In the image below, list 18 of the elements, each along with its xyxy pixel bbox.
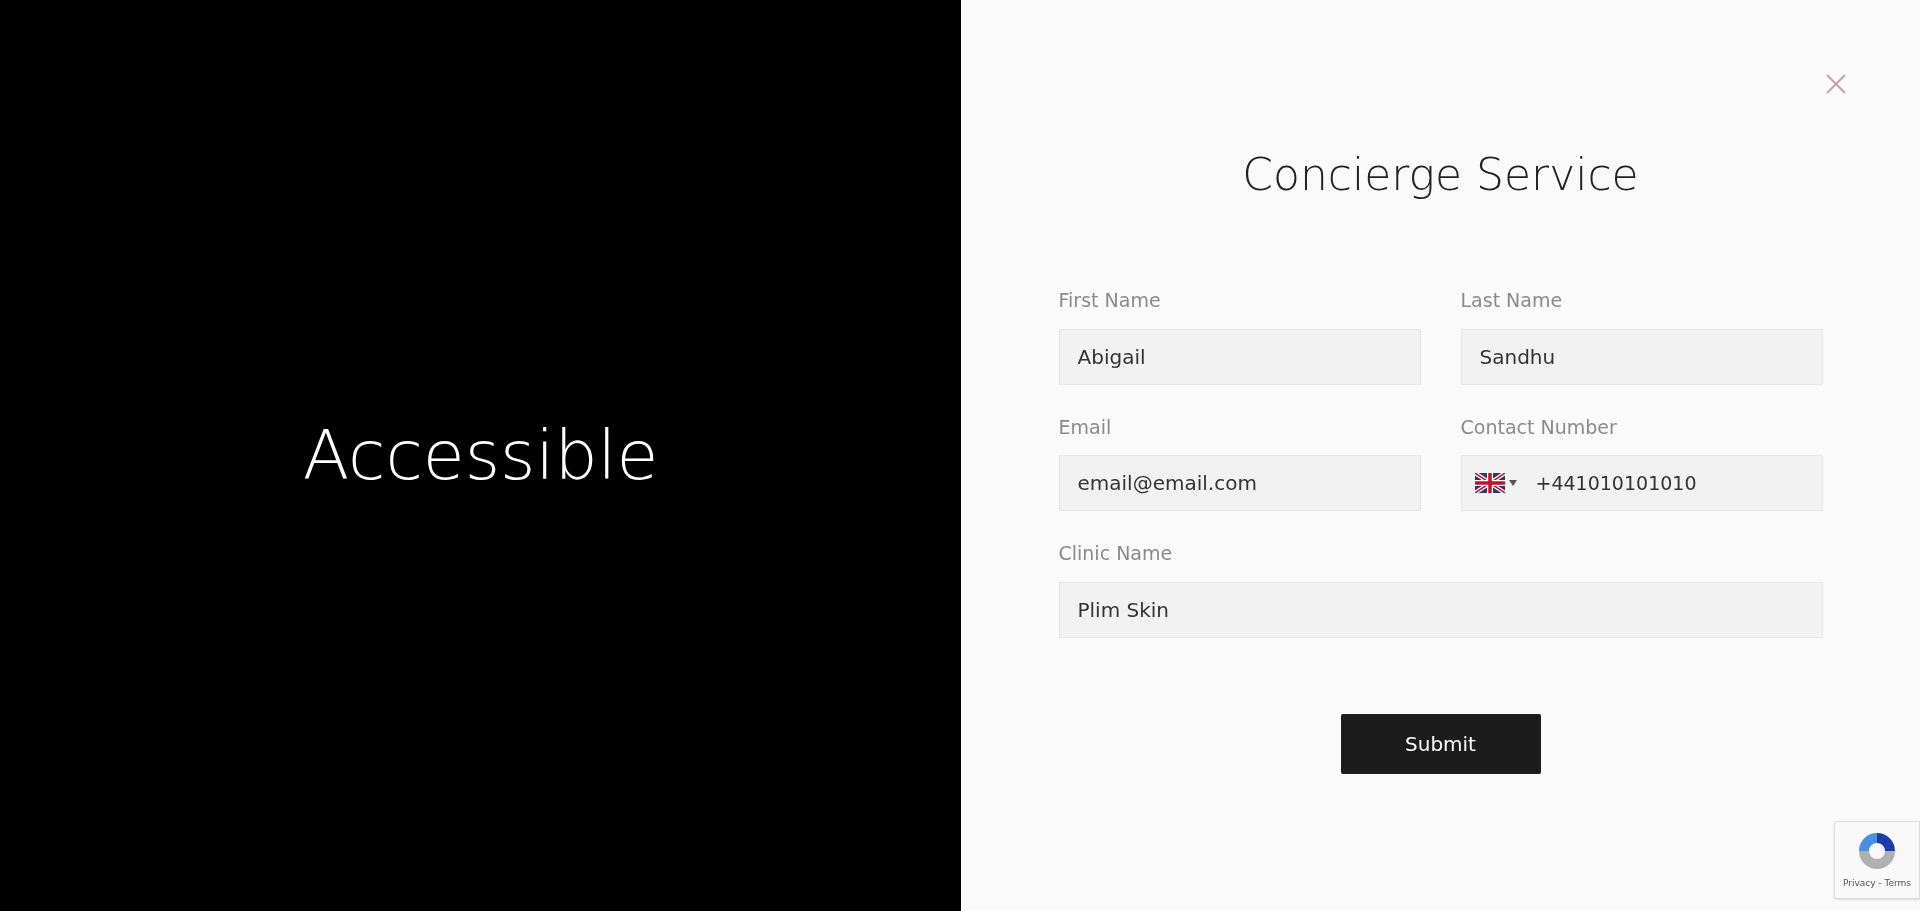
text-field[interactable]: Abigail xyxy=(1058,328,1421,385)
hero-text: Accessible xyxy=(302,414,659,497)
phone-field[interactable]: +441010101010 xyxy=(1460,455,1823,511)
close-icon xyxy=(1826,74,1846,94)
text-field[interactable]: Plim Skin xyxy=(1058,581,1823,638)
field-label: Email xyxy=(1058,414,1112,440)
text-field[interactable]: email@email.com xyxy=(1058,455,1421,511)
field-label: Contact Number xyxy=(1460,414,1617,440)
caret-icon xyxy=(1508,480,1517,486)
field-label: Last Name xyxy=(1460,288,1563,313)
flag-icon xyxy=(1474,473,1505,493)
submit-button[interactable]: Submit xyxy=(1340,713,1541,774)
field-label: First Name xyxy=(1058,288,1161,313)
country-picker[interactable] xyxy=(1474,473,1517,493)
text-field[interactable]: Sandhu xyxy=(1460,328,1823,385)
recaptcha-links[interactable]: Privacy - Terms xyxy=(1842,877,1912,891)
dialog-title: Concierge Service xyxy=(1242,148,1639,202)
field-label: Clinic Name xyxy=(1058,541,1173,566)
